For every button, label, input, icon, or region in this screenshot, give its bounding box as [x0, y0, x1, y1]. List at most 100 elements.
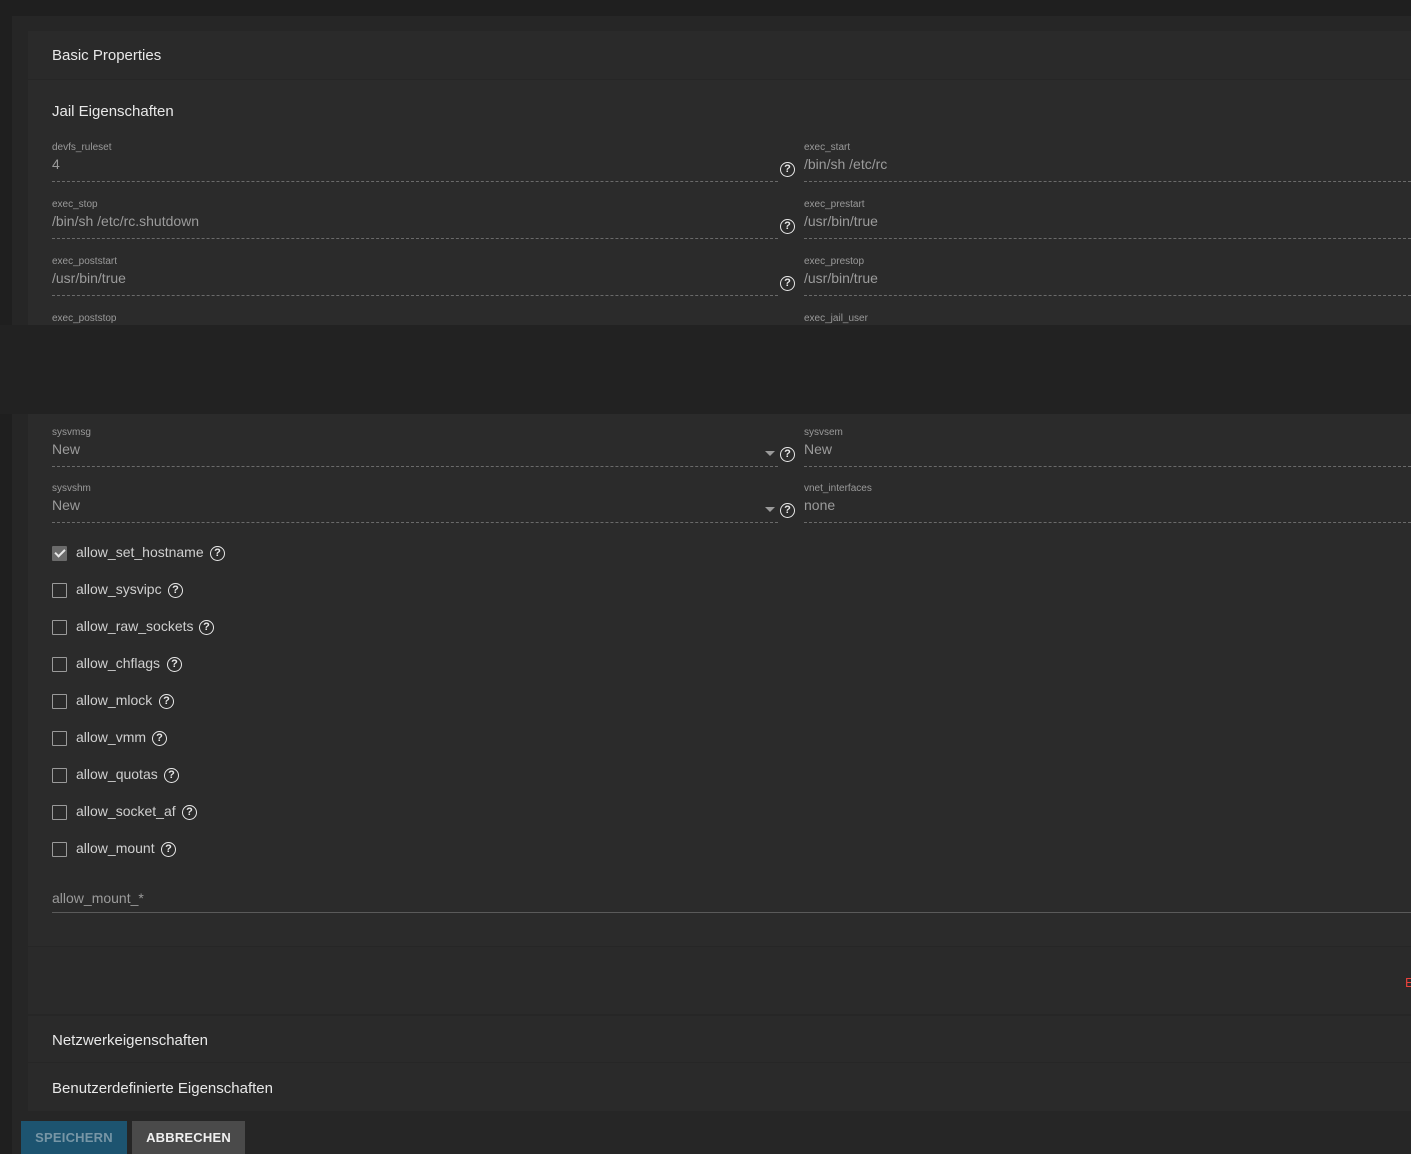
field-value: New	[52, 441, 81, 457]
help-circle-icon[interactable]: ?	[780, 503, 795, 518]
section-title: Benutzerdefinierte Eigenschaften	[52, 1080, 273, 1097]
help-circle-icon[interactable]: ?	[210, 546, 225, 561]
section-title: Basic Properties	[52, 47, 162, 64]
field-underline	[804, 295, 1411, 296]
field-label: exec_poststart	[52, 256, 118, 267]
help-circle-icon[interactable]: ?	[159, 694, 174, 709]
check-icon[interactable]	[52, 546, 67, 561]
field-underline	[804, 466, 1411, 467]
field-label: exec_poststop	[52, 313, 117, 324]
field-underline	[52, 295, 778, 296]
field-value: none	[804, 497, 836, 513]
checkbox-box[interactable]	[52, 657, 67, 672]
field-label: exec_stop	[52, 199, 98, 210]
section-title-jail: Jail Eigenschaften	[52, 103, 174, 120]
checkbox-allow-sysvipc[interactable]: allow_sysvipc	[52, 581, 182, 601]
section-basic-properties[interactable]: Basic Properties	[28, 31, 1411, 79]
field-underline	[52, 238, 778, 239]
checkbox-label: allow_vmm	[76, 729, 147, 745]
error-strip	[28, 947, 1411, 1014]
checkbox-label: allow_set_hostname	[76, 544, 204, 560]
field-label: vnet_interfaces	[804, 483, 872, 494]
help-circle-icon[interactable]: ?	[164, 768, 179, 783]
help-circle-icon[interactable]: ?	[199, 620, 214, 635]
checkbox-label: allow_quotas	[76, 766, 158, 782]
cancel-button[interactable]: ABBRECHEN	[132, 1121, 245, 1154]
field-label: sysvshm	[52, 483, 91, 494]
error-text: E	[1405, 975, 1411, 990]
field-label: devfs_ruleset	[52, 142, 112, 153]
help-circle-icon[interactable]: ?	[780, 276, 795, 291]
checkbox-box[interactable]	[52, 768, 67, 783]
devfs-ruleset-field[interactable]: devfs_ruleset 4	[52, 142, 778, 184]
content-gap	[0, 325, 1411, 414]
checkbox-allow-mlock[interactable]: allow_mlock	[52, 692, 172, 712]
checkbox-label: allow_raw_sockets	[76, 618, 194, 634]
checkbox-label: allow_socket_af	[76, 803, 176, 819]
caret-down-icon	[765, 507, 775, 512]
field-underline	[804, 238, 1411, 239]
field-value: /bin/sh /etc/rc.shutdown	[52, 213, 200, 229]
exec-start-field[interactable]: exec_start /bin/sh /etc/rc	[804, 142, 1411, 184]
field-value: /usr/bin/true	[52, 270, 126, 286]
field-underline	[804, 522, 1411, 523]
allow-mount-star-field[interactable]: allow_mount_*	[52, 890, 1411, 916]
checkbox-label: allow_mount	[76, 840, 155, 856]
checkbox-allow-quotas[interactable]: allow_quotas	[52, 766, 177, 786]
checkbox-allow-socket-af[interactable]: allow_socket_af	[52, 803, 192, 823]
exec-poststop-field[interactable]: exec_poststop	[52, 313, 778, 325]
checkbox-box[interactable]	[52, 620, 67, 635]
checkbox-label: allow_sysvipc	[76, 581, 162, 597]
sysvsem-select[interactable]: sysvsem New	[804, 427, 1411, 469]
checkbox-allow-vmm[interactable]: allow_vmm	[52, 729, 167, 749]
field-label: exec_prestop	[804, 256, 865, 267]
caret-down-icon	[765, 451, 775, 456]
sysvshm-select[interactable]: sysvshm New	[52, 483, 778, 525]
checkbox-allow-raw-sockets[interactable]: allow_raw_sockets	[52, 618, 212, 638]
field-label: exec_prestart	[804, 199, 865, 210]
exec-jail-user-field[interactable]: exec_jail_user	[804, 313, 1411, 325]
section-title: Netzwerkeigenschaften	[52, 1032, 208, 1049]
help-circle-icon[interactable]: ?	[182, 805, 197, 820]
field-underline	[52, 522, 778, 523]
help-circle-icon[interactable]: ?	[152, 731, 167, 746]
checkbox-allow-mount[interactable]: allow_mount	[52, 840, 172, 860]
exec-prestart-field[interactable]: exec_prestart /usr/bin/true	[804, 199, 1411, 241]
save-button[interactable]: SPEICHERN	[21, 1121, 127, 1154]
field-label: exec_jail_user	[804, 313, 868, 324]
help-circle-icon[interactable]: ?	[168, 583, 183, 598]
exec-stop-field[interactable]: exec_stop /bin/sh /etc/rc.shutdown	[52, 199, 778, 241]
help-circle-icon[interactable]: ?	[780, 162, 795, 177]
checkbox-box[interactable]	[52, 842, 67, 857]
field-value: 4	[52, 156, 60, 172]
checkbox-box[interactable]	[52, 694, 67, 709]
field-value: /bin/sh /etc/rc	[804, 156, 888, 172]
field-underline	[52, 181, 778, 182]
checkbox-label: allow_chflags	[76, 655, 161, 671]
vnet-interfaces-field[interactable]: vnet_interfaces none	[804, 483, 1411, 525]
help-circle-icon[interactable]: ?	[167, 657, 182, 672]
field-underline	[804, 181, 1411, 182]
help-circle-icon[interactable]: ?	[780, 219, 795, 234]
sysvmsg-select[interactable]: sysvmsg New	[52, 427, 778, 469]
field-value: /usr/bin/true	[804, 270, 878, 286]
field-label: sysvsem	[804, 427, 843, 438]
field-underline	[52, 912, 1411, 913]
field-underline	[52, 466, 778, 467]
field-placeholder: allow_mount_*	[52, 890, 144, 906]
help-circle-icon[interactable]: ?	[780, 447, 795, 462]
field-label: sysvmsg	[52, 427, 91, 438]
field-value: New	[804, 441, 833, 457]
help-circle-icon[interactable]: ?	[161, 842, 176, 857]
section-network-properties[interactable]: Netzwerkeigenschaften	[28, 1016, 1411, 1062]
checkbox-box[interactable]	[52, 583, 67, 598]
exec-poststart-field[interactable]: exec_poststart /usr/bin/true	[52, 256, 778, 298]
field-value: New	[52, 497, 81, 513]
field-label: exec_start	[804, 142, 851, 153]
section-custom-properties[interactable]: Benutzerdefinierte Eigenschaften	[28, 1063, 1411, 1111]
checkbox-box[interactable]	[52, 805, 67, 820]
exec-prestop-field[interactable]: exec_prestop /usr/bin/true	[804, 256, 1411, 298]
checkbox-allow-chflags[interactable]: allow_chflags	[52, 655, 182, 675]
checkbox-label: allow_mlock	[76, 692, 153, 708]
checkbox-box[interactable]	[52, 731, 67, 746]
